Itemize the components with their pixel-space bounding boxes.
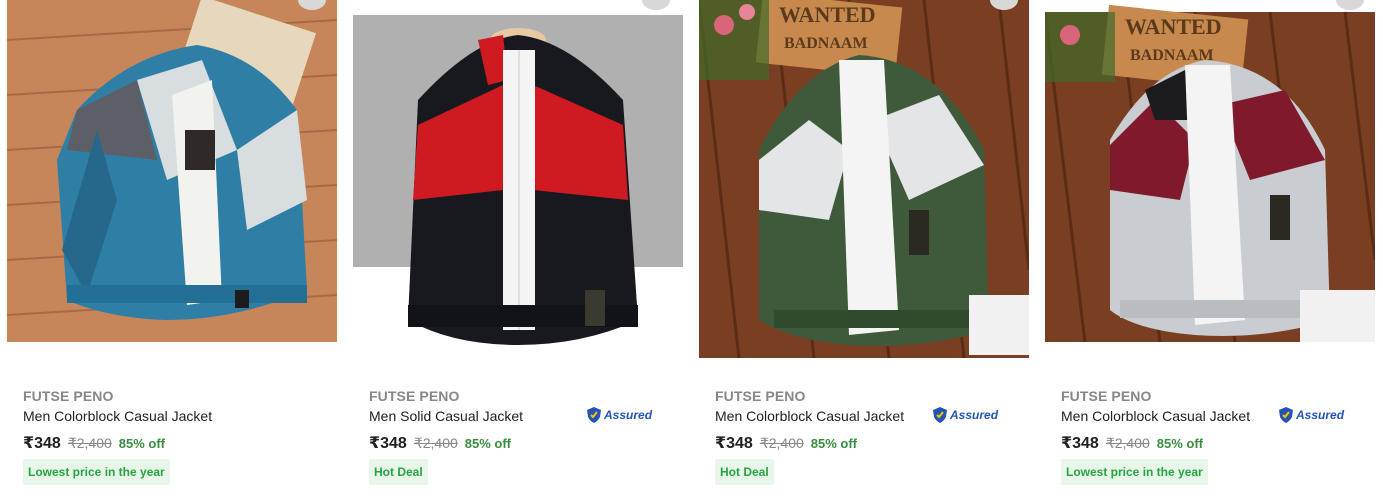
assured-shield-icon xyxy=(587,407,601,423)
product-title[interactable]: Men Colorblock Casual Jacket xyxy=(23,408,212,424)
product-brand: FUTSE PENO xyxy=(23,388,114,404)
offer-tag: Lowest price in the year xyxy=(1061,459,1208,485)
assured-shield-icon xyxy=(933,407,947,423)
original-price: ₹2,400 xyxy=(413,435,458,451)
offer-tag: Lowest price in the year xyxy=(23,459,170,485)
product-brand: FUTSE PENO xyxy=(369,388,460,404)
price-row: ₹348 ₹2,400 85% off xyxy=(1061,433,1203,453)
product-title[interactable]: Men Solid Casual Jacket xyxy=(369,408,523,424)
discount-percent: 85% off xyxy=(118,436,166,451)
poster-text-badnaam: BADNAAM xyxy=(784,35,868,52)
price-row: ₹348 ₹2,400 85% off xyxy=(23,433,165,453)
selling-price: ₹348 xyxy=(715,435,753,452)
assured-label: Assured xyxy=(604,408,653,422)
assured-badge: Assured xyxy=(586,406,652,424)
product-card[interactable]: WANTED BADNAAM FUTSE PENO Men Colorblock… xyxy=(692,0,1038,501)
product-card[interactable]: WANTED BADNAAM FUTSE PENO Men Colorblock… xyxy=(1038,0,1383,501)
product-card[interactable]: FUTSE PENO Men Solid Casual Jacket Assur… xyxy=(346,0,692,501)
price-row: ₹348 ₹2,400 85% off xyxy=(715,433,857,453)
selling-price: ₹348 xyxy=(369,435,407,452)
poster-text-wanted: WANTED xyxy=(779,2,876,27)
product-brand: FUTSE PENO xyxy=(715,388,806,404)
selling-price: ₹348 xyxy=(23,435,61,452)
product-image[interactable] xyxy=(353,0,683,360)
product-brand: FUTSE PENO xyxy=(1061,388,1152,404)
product-image[interactable]: WANTED BADNAAM xyxy=(699,0,1029,360)
product-title[interactable]: Men Colorblock Casual Jacket xyxy=(1061,408,1250,424)
assured-badge: Assured xyxy=(1278,406,1344,424)
product-grid: FUTSE PENO Men Colorblock Casual Jacket … xyxy=(0,0,1383,501)
discount-percent: 85% off xyxy=(1156,436,1204,451)
offer-tag: Hot Deal xyxy=(715,459,774,485)
offer-tag: Hot Deal xyxy=(369,459,428,485)
original-price: ₹2,400 xyxy=(1105,435,1150,451)
selling-price: ₹348 xyxy=(1061,435,1099,452)
assured-badge: Assured xyxy=(932,406,998,424)
product-card[interactable]: FUTSE PENO Men Colorblock Casual Jacket … xyxy=(0,0,346,501)
product-title[interactable]: Men Colorblock Casual Jacket xyxy=(715,408,904,424)
original-price: ₹2,400 xyxy=(67,435,112,451)
product-image[interactable] xyxy=(7,0,337,360)
original-price: ₹2,400 xyxy=(759,435,804,451)
assured-label: Assured xyxy=(950,408,999,422)
discount-percent: 85% off xyxy=(810,436,858,451)
assured-label: Assured xyxy=(1296,408,1345,422)
product-image[interactable]: WANTED BADNAAM xyxy=(1045,0,1375,360)
poster-text-wanted: WANTED xyxy=(1125,14,1222,39)
assured-shield-icon xyxy=(1279,407,1293,423)
price-row: ₹348 ₹2,400 85% off xyxy=(369,433,511,453)
discount-percent: 85% off xyxy=(464,436,512,451)
